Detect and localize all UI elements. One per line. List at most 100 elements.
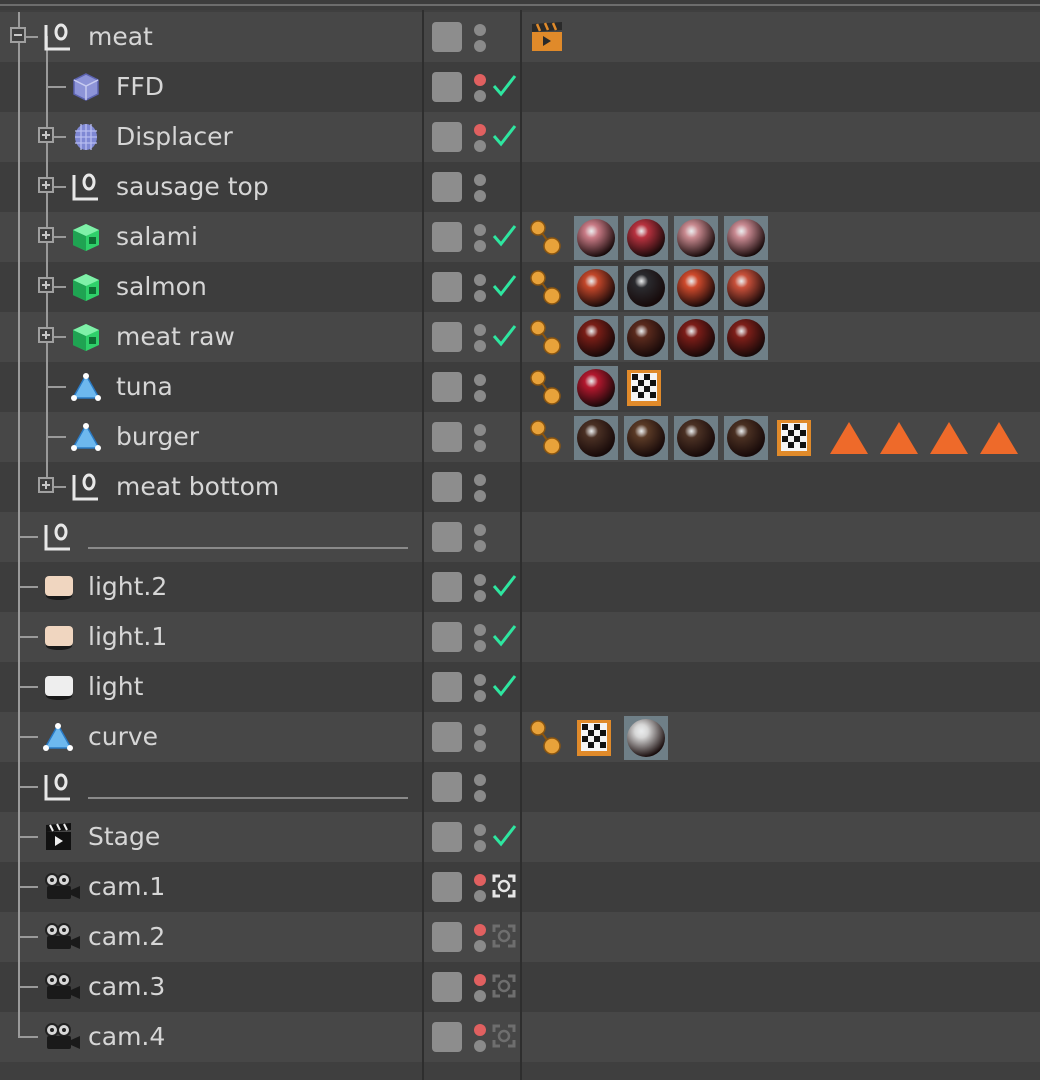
layer-color-box[interactable] [432, 272, 462, 302]
layer-color-box[interactable] [432, 722, 462, 752]
object-name[interactable]: light.1 [88, 622, 167, 652]
material-tag-icon[interactable] [624, 216, 668, 260]
layer-color-box[interactable] [432, 122, 462, 152]
editor-visibility-dot[interactable] [474, 374, 486, 386]
selection-tag-icon[interactable] [924, 416, 974, 460]
material-tag-icon[interactable] [724, 316, 768, 360]
editor-visibility-dot[interactable] [474, 74, 486, 86]
material-tag-icon[interactable] [674, 216, 718, 260]
layer-color-box[interactable] [432, 522, 462, 552]
selection-tag-icon[interactable] [874, 416, 924, 460]
editor-visibility-dot[interactable] [474, 574, 486, 586]
material-tag-icon[interactable] [724, 266, 768, 310]
layer-color-box[interactable] [432, 72, 462, 102]
object-name[interactable]: salmon [116, 272, 207, 302]
editor-visibility-dot[interactable] [474, 24, 486, 36]
render-visibility-dot[interactable] [474, 140, 486, 152]
enabled-check-icon[interactable] [490, 271, 518, 299]
layer-color-box[interactable] [432, 772, 462, 802]
layer-color-box[interactable] [432, 222, 462, 252]
texture-tag-icon[interactable] [574, 716, 614, 760]
render-visibility-dot[interactable] [474, 940, 486, 952]
enabled-check-icon[interactable] [490, 121, 518, 149]
phong-tag-icon[interactable] [528, 366, 568, 410]
editor-visibility-dot[interactable] [474, 874, 486, 886]
phong-tag-icon[interactable] [528, 266, 568, 310]
material-tag-icon[interactable] [624, 716, 668, 760]
material-tag-icon[interactable] [624, 416, 668, 460]
layer-color-box[interactable] [432, 572, 462, 602]
material-tag-icon[interactable] [674, 266, 718, 310]
editor-visibility-dot[interactable] [474, 524, 486, 536]
camera-tag-icon[interactable] [492, 1024, 516, 1048]
selection-tag-icon[interactable] [974, 416, 1024, 460]
layer-color-box[interactable] [432, 822, 462, 852]
object-name[interactable]: burger [116, 422, 199, 452]
material-tag-icon[interactable] [574, 316, 618, 360]
object-name[interactable]: cam.4 [88, 1022, 165, 1052]
enabled-check-icon[interactable] [490, 571, 518, 599]
render-visibility-dot[interactable] [474, 440, 486, 452]
expand-toggle[interactable] [38, 127, 54, 143]
object-name[interactable]: meat raw [116, 322, 235, 352]
editor-visibility-dot[interactable] [474, 624, 486, 636]
layer-color-box[interactable] [432, 22, 462, 52]
camera-tag-icon[interactable] [492, 974, 516, 998]
render-visibility-dot[interactable] [474, 90, 486, 102]
render-visibility-dot[interactable] [474, 490, 486, 502]
render-visibility-dot[interactable] [474, 840, 486, 852]
editor-visibility-dot[interactable] [474, 274, 486, 286]
object-name[interactable]: salami [116, 222, 198, 252]
enabled-check-icon[interactable] [490, 821, 518, 849]
editor-visibility-dot[interactable] [474, 774, 486, 786]
object-name[interactable]: meat [88, 22, 153, 52]
layer-color-box[interactable] [432, 1022, 462, 1052]
enabled-check-icon[interactable] [490, 321, 518, 349]
render-visibility-dot[interactable] [474, 640, 486, 652]
material-tag-icon[interactable] [724, 216, 768, 260]
expand-toggle[interactable] [38, 327, 54, 343]
render-visibility-dot[interactable] [474, 40, 486, 52]
editor-visibility-dot[interactable] [474, 1024, 486, 1036]
selection-tag-icon[interactable] [824, 416, 874, 460]
enabled-check-icon[interactable] [490, 221, 518, 249]
expand-toggle[interactable] [38, 477, 54, 493]
object-name[interactable]: tuna [116, 372, 173, 402]
material-tag-icon[interactable] [574, 216, 618, 260]
expand-toggle[interactable] [38, 277, 54, 293]
phong-tag-icon[interactable] [528, 216, 568, 260]
layer-color-box[interactable] [432, 372, 462, 402]
texture-tag-icon[interactable] [774, 416, 814, 460]
material-tag-icon[interactable] [574, 366, 618, 410]
editor-visibility-dot[interactable] [474, 824, 486, 836]
object-name[interactable]: light [88, 672, 143, 702]
camera-tag-icon[interactable] [492, 924, 516, 948]
stage-tag-icon[interactable] [530, 21, 564, 53]
material-tag-icon[interactable] [624, 316, 668, 360]
expand-toggle[interactable] [38, 177, 54, 193]
material-tag-icon[interactable] [674, 416, 718, 460]
object-name[interactable]: Stage [88, 822, 160, 852]
render-visibility-dot[interactable] [474, 190, 486, 202]
layer-color-box[interactable] [432, 172, 462, 202]
object-name-placeholder[interactable] [88, 547, 408, 549]
phong-tag-icon[interactable] [528, 416, 568, 460]
render-visibility-dot[interactable] [474, 990, 486, 1002]
render-visibility-dot[interactable] [474, 890, 486, 902]
layer-color-box[interactable] [432, 472, 462, 502]
editor-visibility-dot[interactable] [474, 674, 486, 686]
render-visibility-dot[interactable] [474, 240, 486, 252]
object-name[interactable]: cam.2 [88, 922, 165, 952]
object-name[interactable]: light.2 [88, 572, 167, 602]
enabled-check-icon[interactable] [490, 71, 518, 99]
editor-visibility-dot[interactable] [474, 174, 486, 186]
material-tag-icon[interactable] [724, 416, 768, 460]
camera-tag-icon[interactable] [492, 874, 516, 898]
object-name[interactable]: FFD [116, 72, 164, 102]
editor-visibility-dot[interactable] [474, 124, 486, 136]
layer-color-box[interactable] [432, 922, 462, 952]
render-visibility-dot[interactable] [474, 790, 486, 802]
material-tag-icon[interactable] [674, 316, 718, 360]
enabled-check-icon[interactable] [490, 671, 518, 699]
tags-column-divider[interactable] [520, 10, 522, 1080]
